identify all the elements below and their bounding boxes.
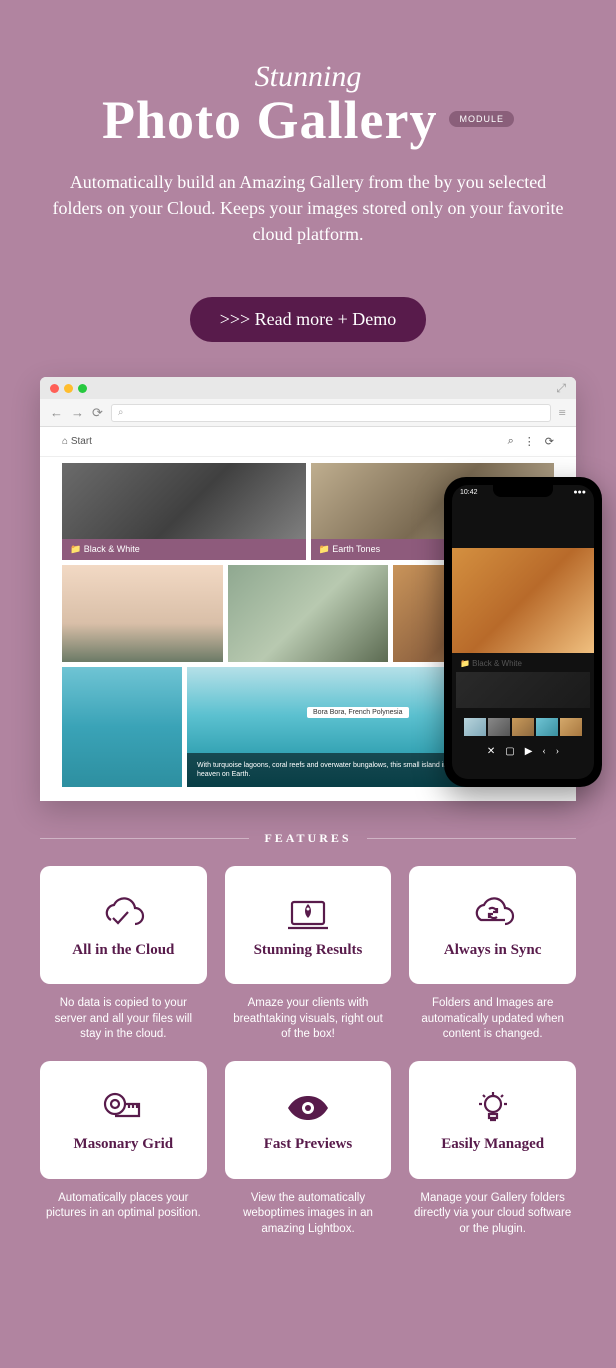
- more-icon: ⋮: [524, 435, 535, 448]
- feature-desc: Folders and Images are automatically upd…: [409, 996, 576, 1043]
- feature-desc: View the automatically weboptimes images…: [225, 1191, 392, 1238]
- read-more-button[interactable]: >>> Read more + Demo: [190, 297, 427, 342]
- feature-title: Masonary Grid: [74, 1136, 174, 1153]
- features-heading: FEATURES: [264, 831, 351, 846]
- reload-icon: ⟳: [92, 405, 103, 421]
- gallery-toolbar: ⌂ Start ⌕ ⋮ ⟳: [40, 427, 576, 457]
- forward-icon: →: [71, 405, 84, 421]
- expand-icon: ⤢: [556, 381, 566, 396]
- tile-caption: 📁 Black & White: [62, 539, 306, 560]
- feature-card: Easily Managed Manage your Gallery folde…: [409, 1061, 576, 1238]
- phone-signal-icon: ●●●: [573, 489, 586, 496]
- browser-titlebar: ⤢: [40, 377, 576, 399]
- hero-description: Automatically build an Amazing Gallery f…: [48, 169, 568, 247]
- feature-card: Always in Sync Folders and Images are au…: [409, 866, 576, 1043]
- feature-card: All in the Cloud No data is copied to yo…: [40, 866, 207, 1043]
- feature-desc: No data is copied to your server and all…: [40, 996, 207, 1043]
- gallery-tile: [62, 667, 182, 787]
- feature-title: Stunning Results: [254, 942, 363, 959]
- gallery-tile: [228, 565, 389, 662]
- close-icon: ✕: [487, 746, 495, 757]
- phone-controls: ✕ ▢ ▶ ‹ ›: [452, 742, 594, 761]
- window-close-icon: [50, 384, 59, 393]
- prev-icon: ‹: [542, 746, 545, 757]
- back-icon: ←: [50, 405, 63, 421]
- phone-main-image: [452, 548, 594, 653]
- gallery-tile: 📁 Black & White: [62, 463, 306, 560]
- feature-title: Easily Managed: [441, 1136, 544, 1153]
- browser-url-bar: ← → ⟳ ⌕ ≡: [40, 399, 576, 427]
- url-input: ⌕: [111, 404, 551, 422]
- phone-mockup: 10:42 ●●● 📁 Black & White ✕ ▢ ▶ ‹ ›: [444, 477, 602, 787]
- cloud-sync-icon: [469, 894, 517, 934]
- feature-title: Fast Previews: [264, 1136, 352, 1153]
- feature-card: Stunning Results Amaze your clients with…: [225, 866, 392, 1043]
- eye-icon: [284, 1088, 332, 1128]
- fullscreen-icon: ▢: [505, 746, 514, 757]
- search-icon: ⌕: [508, 435, 514, 448]
- phone-thumbnails: [452, 712, 594, 742]
- next-icon: ›: [556, 746, 559, 757]
- feature-card: Masonary Grid Automatically places your …: [40, 1061, 207, 1238]
- window-minimize-icon: [64, 384, 73, 393]
- feature-desc: Manage your Gallery folders directly via…: [409, 1191, 576, 1238]
- cloud-check-icon: [99, 894, 147, 934]
- breadcrumb: ⌂ Start: [62, 436, 92, 447]
- menu-icon: ≡: [559, 405, 566, 421]
- feature-card: Fast Previews View the automatically web…: [225, 1061, 392, 1238]
- feature-title: All in the Cloud: [72, 942, 174, 959]
- module-badge: MODULE: [449, 111, 514, 127]
- feature-desc: Automatically places your pictures in an…: [40, 1191, 207, 1222]
- play-icon: ▶: [525, 746, 533, 757]
- feature-desc: Amaze your clients with breathtaking vis…: [225, 996, 392, 1043]
- tape-measure-icon: [99, 1088, 147, 1128]
- featured-location-pill: Bora Bora, French Polynesia: [307, 707, 409, 718]
- window-maximize-icon: [78, 384, 87, 393]
- laptop-rocket-icon: [284, 894, 332, 934]
- hero-title: Photo Gallery: [102, 89, 437, 151]
- refresh-icon: ⟳: [545, 435, 554, 448]
- phone-gallery-title: 📁 Black & White: [452, 653, 594, 668]
- lightbulb-icon: [469, 1088, 517, 1128]
- feature-title: Always in Sync: [444, 942, 542, 959]
- phone-time: 10:42: [460, 489, 478, 496]
- gallery-tile: [62, 565, 223, 662]
